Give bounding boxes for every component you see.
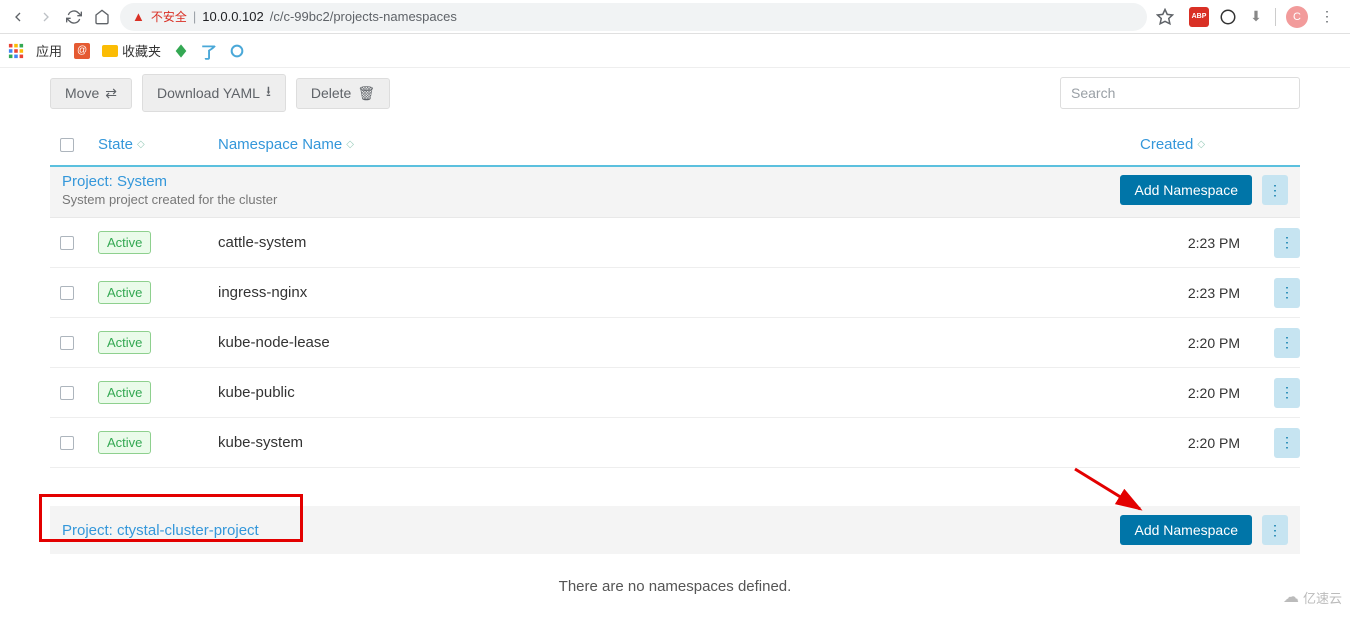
- row-menu-button[interactable]: ⋮: [1274, 378, 1300, 408]
- profile-avatar[interactable]: C: [1286, 6, 1308, 28]
- bookmark-3[interactable]: 了: [201, 39, 217, 63]
- status-badge: Active: [98, 231, 151, 254]
- abp-icon[interactable]: ABP: [1189, 7, 1209, 27]
- table-header: State ◇ Namespace Name ◇ Created ◇: [50, 126, 1300, 167]
- created-time: 2:20 PM: [1160, 435, 1240, 451]
- column-state[interactable]: State ◇: [98, 136, 218, 153]
- table-row: Active cattle-system 2:23 PM ⋮: [50, 218, 1300, 268]
- created-time: 2:20 PM: [1160, 335, 1240, 351]
- table-row: Active kube-system 2:20 PM ⋮: [50, 418, 1300, 468]
- created-time: 2:23 PM: [1160, 285, 1240, 301]
- namespace-name[interactable]: kube-public: [218, 384, 1160, 401]
- table-row: Active ingress-nginx 2:23 PM ⋮: [50, 268, 1300, 318]
- url-separator: |: [193, 9, 196, 24]
- created-time: 2:20 PM: [1160, 385, 1240, 401]
- watermark: ☁亿速云: [1283, 587, 1342, 607]
- trash-icon: 🗑: [357, 85, 375, 102]
- browser-toolbar: ▲ 不安全 | 10.0.0.102/c/c-99bc2/projects-na…: [0, 0, 1350, 34]
- column-created[interactable]: Created ◇: [1140, 136, 1240, 153]
- status-badge: Active: [98, 281, 151, 304]
- bookmarks-bar: 应用 @ 收藏夹 了: [0, 34, 1350, 68]
- annotation-arrow: [1070, 464, 1150, 514]
- namespace-name[interactable]: kube-node-lease: [218, 334, 1160, 351]
- download-icon: ⭳: [266, 81, 271, 105]
- row-checkbox[interactable]: [60, 386, 74, 400]
- back-button[interactable]: [8, 7, 28, 27]
- bookmark-folder[interactable]: 收藏夹: [102, 41, 161, 60]
- row-checkbox[interactable]: [60, 236, 74, 250]
- star-button[interactable]: [1155, 7, 1175, 27]
- select-all-checkbox[interactable]: [60, 138, 74, 152]
- row-checkbox[interactable]: [60, 436, 74, 450]
- empty-message: There are no namespaces defined.: [50, 554, 1300, 619]
- status-badge: Active: [98, 381, 151, 404]
- project-title[interactable]: Project: System: [62, 173, 1120, 190]
- download-icon[interactable]: ⬇: [1247, 8, 1265, 26]
- url-bar[interactable]: ▲ 不安全 | 10.0.0.102/c/c-99bc2/projects-na…: [120, 3, 1147, 31]
- namespace-name[interactable]: ingress-nginx: [218, 284, 1160, 301]
- sort-icon: ◇: [346, 139, 354, 150]
- project-title[interactable]: Project: ctystal-cluster-project: [62, 522, 1120, 539]
- forward-button[interactable]: [36, 7, 56, 27]
- extension-icons: ABP ⬇ C ⋮: [1183, 6, 1342, 28]
- row-menu-button[interactable]: ⋮: [1274, 428, 1300, 458]
- status-badge: Active: [98, 431, 151, 454]
- project-menu-button[interactable]: ⋮: [1262, 515, 1288, 545]
- menu-icon[interactable]: ⋮: [1318, 8, 1336, 26]
- project-menu-button[interactable]: ⋮: [1262, 175, 1288, 205]
- namespace-name[interactable]: kube-system: [218, 434, 1160, 451]
- search-input[interactable]: [1060, 77, 1300, 109]
- url-host: 10.0.0.102: [202, 9, 263, 24]
- table-row: Active kube-node-lease 2:20 PM ⋮: [50, 318, 1300, 368]
- row-menu-button[interactable]: ⋮: [1274, 228, 1300, 258]
- warning-icon: ▲: [132, 9, 145, 24]
- column-name[interactable]: Namespace Name ◇: [218, 136, 1140, 153]
- row-menu-button[interactable]: ⋮: [1274, 278, 1300, 308]
- sort-icon: ◇: [137, 139, 145, 150]
- status-badge: Active: [98, 331, 151, 354]
- table-row: Active kube-public 2:20 PM ⋮: [50, 368, 1300, 418]
- sort-icon: ◇: [1197, 139, 1205, 150]
- divider-icon: [1275, 8, 1276, 26]
- project-desc: System project created for the cluster: [62, 192, 1120, 207]
- project-system-header: Project: System System project created f…: [50, 167, 1300, 218]
- row-menu-button[interactable]: ⋮: [1274, 328, 1300, 358]
- bookmark-1[interactable]: @: [74, 43, 90, 59]
- url-path: /c/c-99bc2/projects-namespaces: [270, 9, 457, 24]
- add-namespace-button[interactable]: Add Namespace: [1120, 515, 1252, 545]
- bookmark-2[interactable]: [173, 43, 189, 59]
- reload-button[interactable]: [64, 7, 84, 27]
- apps-icon[interactable]: [8, 43, 24, 59]
- namespace-name[interactable]: cattle-system: [218, 234, 1160, 251]
- project-ctystal-header: Project: ctystal-cluster-project Add Nam…: [50, 506, 1300, 554]
- share-icon: ⇄: [105, 85, 117, 102]
- bookmark-4[interactable]: [229, 43, 245, 59]
- download-yaml-button[interactable]: Download YAML ⭳: [142, 74, 286, 112]
- delete-button[interactable]: Delete 🗑: [296, 78, 390, 109]
- add-namespace-button[interactable]: Add Namespace: [1120, 175, 1252, 205]
- home-button[interactable]: [92, 7, 112, 27]
- apps-label[interactable]: 应用: [36, 41, 62, 60]
- row-checkbox[interactable]: [60, 336, 74, 350]
- ext-icon-1[interactable]: [1219, 8, 1237, 26]
- move-button[interactable]: Move ⇄: [50, 78, 132, 109]
- created-time: 2:23 PM: [1160, 235, 1240, 251]
- action-row: Move ⇄ Download YAML ⭳ Delete 🗑: [50, 68, 1300, 126]
- insecure-label: 不安全: [151, 8, 187, 25]
- row-checkbox[interactable]: [60, 286, 74, 300]
